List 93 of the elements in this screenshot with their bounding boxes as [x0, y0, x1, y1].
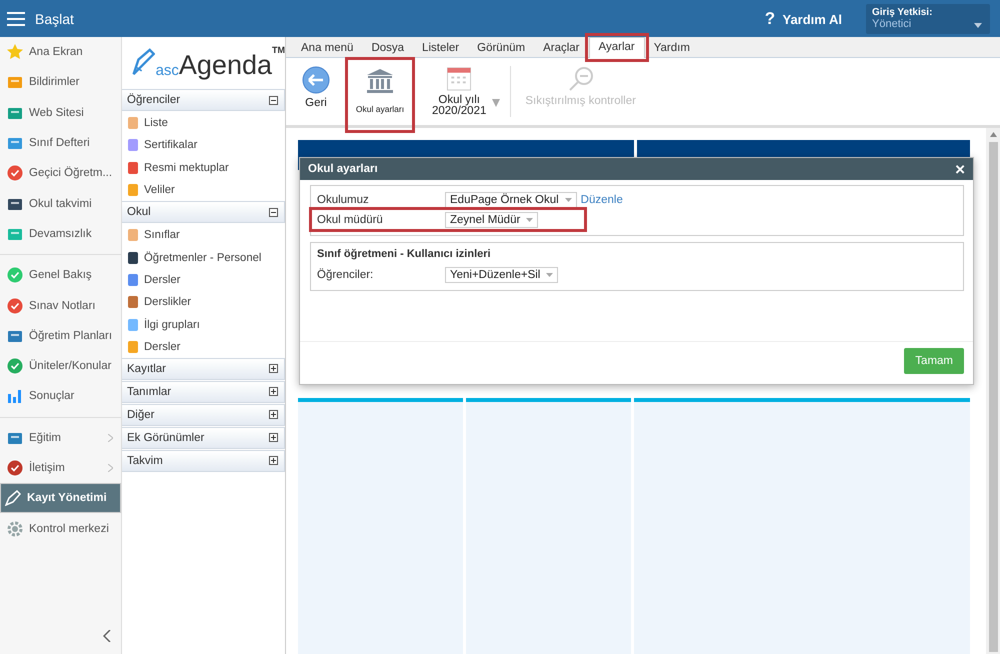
section-header[interactable]: Okul: [122, 201, 285, 224]
school-year-dropdown[interactable]: Okul yılı 2020/2021: [426, 62, 502, 121]
nav-item[interactable]: Derslikler: [122, 291, 285, 314]
section-header[interactable]: Kayıtlar: [122, 358, 285, 380]
sidebar-item[interactable]: Kayıt Yönetimi: [0, 483, 121, 514]
caret-icon: [974, 22, 982, 28]
zoom-out-icon: [568, 66, 594, 92]
nav-item-icon: [126, 160, 140, 175]
sidebar-item[interactable]: Bildirimler: [0, 67, 121, 98]
field-label: Okulumuz: [317, 194, 370, 206]
nav-item[interactable]: Sınıflar: [122, 224, 285, 246]
check-icon: [7, 267, 23, 284]
nav-item-icon: [126, 318, 140, 332]
expand-toggle-icon: [269, 387, 278, 396]
scrollbar[interactable]: [986, 128, 1000, 654]
nav-item[interactable]: İlgi grupları: [122, 313, 285, 336]
nav-item-icon: [126, 228, 140, 242]
section-header[interactable]: Takvim: [122, 450, 285, 472]
nav-item[interactable]: Öğretmenler - Personel: [122, 246, 285, 269]
chevron-right-icon: [108, 464, 113, 472]
ribbon-tab[interactable]: Araçlar: [534, 39, 588, 57]
sidebar-item[interactable]: Kontrol merkezi: [0, 513, 121, 544]
sidebar-item[interactable]: Okul takvimi: [0, 188, 121, 219]
bars-icon: [7, 388, 23, 404]
nav-item[interactable]: Sertifikalar: [122, 134, 285, 157]
ribbon-tab[interactable]: Görünüm: [468, 39, 534, 57]
pen-icon: [5, 490, 21, 506]
sidebar-item[interactable]: Üniteler/Konular: [0, 350, 121, 382]
chevron-left-icon[interactable]: [103, 630, 111, 642]
nav-item-icon: [126, 138, 140, 152]
sidebar-item[interactable]: Devamsızlık: [0, 218, 121, 250]
nav-item[interactable]: Dersler: [122, 336, 285, 358]
caret-icon: [526, 218, 534, 222]
ribbon-tab[interactable]: Dosya: [362, 39, 414, 57]
ribbon-tab[interactable]: Ana menü: [292, 39, 362, 57]
help-button[interactable]: ? Yardım Al: [758, 8, 848, 30]
nav-item[interactable]: Veliler: [122, 178, 285, 202]
edit-link[interactable]: Düzenle: [580, 194, 623, 206]
expand-toggle-icon: [269, 456, 278, 466]
nav-item-icon: [126, 295, 140, 310]
expand-toggle-icon: [269, 208, 278, 217]
sidebar-item[interactable]: Web Sitesi: [0, 98, 121, 128]
section-header[interactable]: Öğrenciler: [122, 89, 285, 111]
section-title: Sınıf öğretmeni - Kullanıcı izinleri: [317, 248, 492, 260]
nav-item-icon: [126, 340, 140, 354]
select-field[interactable]: Zeynel Müdür: [445, 212, 538, 228]
scroll-up-icon: [990, 132, 996, 137]
building-icon: [366, 68, 394, 94]
ribbon-tab[interactable]: Listeler: [413, 39, 468, 57]
expand-toggle-icon: [269, 96, 278, 104]
caret-icon: [564, 198, 572, 202]
start-menu-button[interactable]: Başlat: [7, 10, 74, 26]
sidebar-item[interactable]: Geçici Öğretm...: [0, 158, 121, 188]
logo-prefix: asc: [156, 62, 179, 79]
sidebar-item[interactable]: Sonuçlar: [0, 381, 121, 412]
nav-item-icon: [126, 183, 140, 198]
sidebar-item[interactable]: Ana Ekran: [0, 37, 121, 68]
close-button[interactable]: ×: [955, 160, 965, 178]
section-header[interactable]: Tanımlar: [122, 380, 285, 403]
gear-icon: [7, 520, 23, 537]
caret-icon: [546, 272, 554, 276]
star-icon: [7, 44, 23, 60]
menu-icon: [7, 12, 25, 26]
nav-item-icon: [126, 116, 140, 130]
caret-icon: [492, 99, 500, 107]
section-header[interactable]: Ek Görünümler: [122, 426, 285, 449]
sidebar-item[interactable]: Eğitim: [0, 422, 121, 453]
select-field[interactable]: EduPage Örnek Okul: [445, 192, 577, 208]
ribbon-button[interactable]: Okul ayarları: [348, 60, 412, 130]
sidebar-item[interactable]: Genel Bakış: [0, 260, 121, 290]
sidebar-item[interactable]: Sınıf Defteri: [0, 128, 121, 158]
nav-item-icon: [126, 250, 140, 265]
chevron-right-icon: [108, 434, 113, 442]
expand-toggle-icon: [269, 433, 278, 442]
expand-toggle-icon: [269, 410, 278, 420]
ribbon-tab[interactable]: Yardım: [644, 39, 699, 57]
field-label: Okul müdürü: [317, 214, 384, 226]
nav-item-icon: [126, 272, 140, 287]
section-header[interactable]: Diğer: [122, 404, 285, 426]
sidebar-item[interactable]: Sınav Notları: [0, 290, 121, 321]
dialog-title: Okul ayarları: [308, 163, 378, 175]
select-field[interactable]: Yeni+Düzenle+Sil: [445, 266, 558, 282]
sidebar-item[interactable]: Öğretim Planları: [0, 320, 121, 351]
nav-item[interactable]: Liste: [122, 112, 285, 134]
sidebar-item[interactable]: İletişim: [0, 452, 121, 484]
logo-name: Agenda: [178, 51, 272, 79]
field-label: Öğrenciler:: [317, 268, 374, 280]
expand-toggle-icon: [269, 364, 278, 374]
role-dropdown[interactable]: Giriş Yetkisi: Yönetici: [866, 4, 990, 34]
back-button[interactable]: Geri: [296, 62, 336, 121]
trademark-mark: TM: [272, 45, 285, 55]
nav-item[interactable]: Dersler: [122, 268, 285, 292]
nav-item[interactable]: Resmi mektuplar: [122, 156, 285, 179]
